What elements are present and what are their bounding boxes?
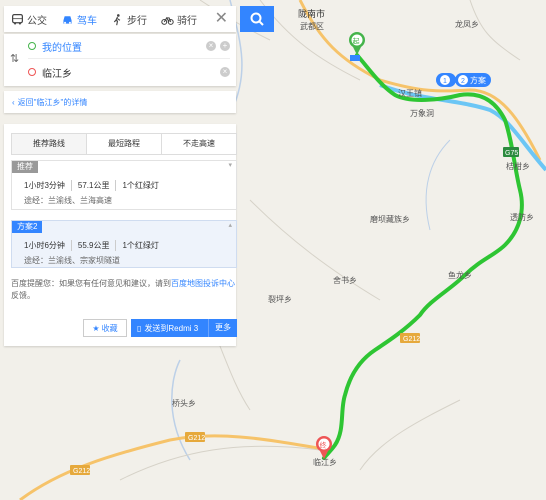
- plan-via: 途经：兰渝线、兰海高速: [24, 196, 112, 205]
- svg-text:终: 终: [320, 441, 327, 450]
- svg-text:G75: G75: [505, 150, 518, 157]
- my-location-marker: [350, 55, 360, 61]
- road-shield-g75: G75: [503, 147, 519, 157]
- plan-time: 1小时6分钟: [24, 240, 72, 251]
- tab-bus-label: 公交: [27, 15, 47, 27]
- clear-end-icon[interactable]: ×: [220, 67, 230, 77]
- back-link-label: 返回"临江乡"的详情: [17, 97, 88, 107]
- tab-walk-label: 步行: [127, 15, 147, 27]
- tab-bike-label: 骑行: [177, 15, 197, 27]
- tab-bus[interactable]: 公交: [4, 6, 54, 32]
- map-label-hanwang: 汉王镇: [398, 88, 422, 98]
- car-icon: [63, 15, 72, 24]
- svg-text:2: 2: [461, 78, 465, 85]
- map-label-linjiang: 临江乡: [313, 457, 337, 467]
- plan-lights: 1个红绿灯: [122, 241, 159, 250]
- map-label-wanxiang: 万象洞: [410, 108, 434, 118]
- plan-tag: 方案2: [12, 221, 43, 233]
- map-label-city: 陇南市: [298, 8, 325, 19]
- start-input[interactable]: 我的位置: [42, 39, 202, 54]
- road-shield-g212: G212: [400, 333, 420, 343]
- chevron-left-icon: ‹: [12, 97, 15, 107]
- svg-text:G212: G212: [73, 468, 90, 475]
- search-icon: [250, 12, 264, 26]
- bike-icon: [161, 16, 174, 25]
- plan-card-2[interactable]: 方案2 ▴ 1小时6分钟 55.9公里 1个红绿灯 途经：兰渝线、宗家坝隧道: [11, 220, 237, 268]
- map-label-jubeixiang: 桔柑乡: [506, 161, 530, 171]
- map-label-shishu: 舍书乡: [333, 275, 357, 285]
- feedback-tip: 百度提醒您：如果您有任何意见和建议，请到百度地图投诉中心反馈。: [11, 278, 237, 302]
- map-label-tianchi: 透防乡: [510, 212, 534, 222]
- swap-icon[interactable]: ⇅: [10, 52, 19, 65]
- add-waypoint-icon[interactable]: +: [220, 41, 230, 51]
- tab-car-label: 驾车: [77, 15, 97, 27]
- map-label-yuba: 鱼龙乡: [448, 270, 472, 280]
- search-button[interactable]: [240, 6, 274, 32]
- map-label-district: 武都区: [300, 21, 324, 31]
- plan-bubble-1[interactable]: 1: [436, 73, 456, 87]
- route-input-box: ⇅ 我的位置 × + 临江乡 ×: [4, 34, 236, 86]
- plan-card-1[interactable]: 推荐 ▾ 1小时3分钟 57.1公里 1个红绿灯 途经：兰渝线、兰海高速: [11, 160, 237, 210]
- send-to-phone-button[interactable]: ▯ 发送到Redmi 3 更多: [131, 319, 237, 337]
- svg-text:1: 1: [443, 78, 447, 85]
- travel-mode-tabs: 公交 驾车 步行 骑行 ✕: [4, 6, 236, 32]
- tab-car[interactable]: 驾车: [54, 6, 104, 32]
- send-label: 发送到Redmi 3: [144, 323, 199, 333]
- svg-text:G212: G212: [403, 336, 420, 343]
- complaint-center-link[interactable]: 百度地图投诉中心: [171, 279, 235, 288]
- map-label-qiaoyao: 桥头乡: [172, 398, 196, 408]
- route-preference-tabs: 推荐路线 最短路程 不走高速: [11, 133, 237, 155]
- chevron-down-icon: ▾: [228, 162, 232, 169]
- bus-icon: [12, 13, 23, 25]
- star-icon: ★: [92, 323, 100, 333]
- start-row: 我的位置 × +: [28, 34, 230, 59]
- tip-prefix: 百度提醒您：如果您有任何意见和建议，请到: [11, 279, 171, 288]
- back-link[interactable]: ‹ 返回"临江乡"的详情: [4, 91, 236, 113]
- tab-recommended[interactable]: 推荐路线: [12, 134, 87, 154]
- walk-icon: [113, 13, 121, 25]
- end-row: 临江乡 ×: [28, 60, 230, 84]
- tab-bike[interactable]: 骑行: [154, 6, 204, 32]
- plan-bubble-2[interactable]: 2 方案: [455, 73, 491, 87]
- plan-stats: 1小时6分钟 55.9公里 1个红绿灯: [24, 240, 165, 251]
- tab-shortest[interactable]: 最短路程: [87, 134, 162, 154]
- more-button[interactable]: 更多: [208, 319, 237, 337]
- road-shield-g212-3: G212: [70, 465, 90, 475]
- plan-distance: 57.1公里: [72, 180, 117, 191]
- chevron-up-icon: ▴: [228, 222, 232, 229]
- svg-text:方案: 方案: [470, 75, 486, 85]
- svg-text:起: 起: [353, 38, 360, 46]
- favorite-label: 收藏: [101, 323, 118, 333]
- plan-time: 1小时3分钟: [24, 180, 72, 191]
- map-label-longfeng: 龙凤乡: [455, 19, 479, 29]
- route-plans-panel: 推荐路线 最短路程 不走高速 推荐 ▾ 1小时3分钟 57.1公里 1个红绿灯 …: [4, 124, 237, 346]
- plan-lights: 1个红绿灯: [122, 181, 159, 190]
- start-dot-icon: [28, 42, 36, 50]
- close-icon[interactable]: ✕: [207, 6, 236, 32]
- plan-stats: 1小时3分钟 57.1公里 1个红绿灯: [24, 180, 165, 191]
- phone-icon: ▯: [137, 323, 142, 333]
- road-shield-g212-2: G212: [185, 432, 205, 442]
- plan-via: 途经：兰渝线、宗家坝隧道: [24, 256, 120, 265]
- map-label-moba: 磨坝藏族乡: [370, 214, 410, 224]
- clear-start-icon[interactable]: ×: [206, 41, 216, 51]
- end-dot-icon: [28, 68, 36, 76]
- end-input[interactable]: 临江乡: [42, 65, 216, 80]
- tab-walk[interactable]: 步行: [104, 6, 154, 32]
- map-label-qiaotou: 裂坪乡: [268, 294, 292, 304]
- plan-distance: 55.9公里: [72, 240, 117, 251]
- tab-no-highway[interactable]: 不走高速: [162, 134, 236, 154]
- tip-suffix: 反馈。: [11, 291, 35, 300]
- plan-tag: 推荐: [12, 161, 38, 173]
- favorite-button[interactable]: ★ 收藏: [83, 319, 127, 337]
- svg-text:G212: G212: [188, 435, 205, 442]
- send-main[interactable]: ▯ 发送到Redmi 3: [131, 323, 208, 334]
